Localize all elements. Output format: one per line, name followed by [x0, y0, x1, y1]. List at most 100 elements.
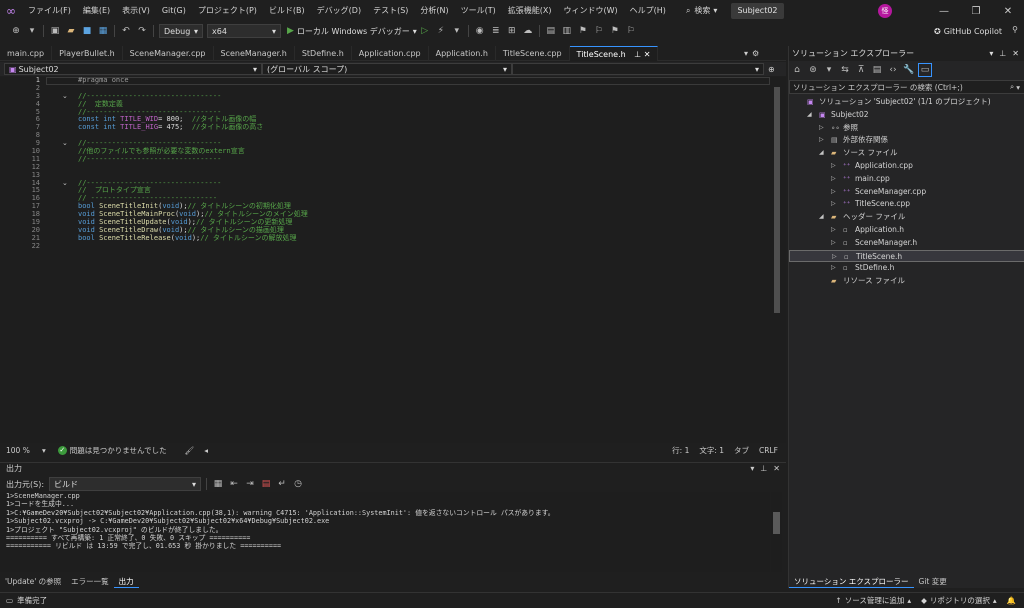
pin-icon[interactable]: ⊥ [760, 464, 767, 473]
diagnostics-icon[interactable]: ◉ [473, 24, 487, 38]
expanded-arrow-icon[interactable]: ◢ [819, 147, 824, 160]
pin-icon[interactable]: ⊥ [632, 50, 641, 59]
chevron-down-icon[interactable]: ▾ [744, 49, 748, 58]
platform-select[interactable]: x64 ▾ [207, 24, 281, 38]
restore-icon[interactable]: ❐ [960, 0, 992, 22]
collapsed-arrow-icon[interactable]: ▷ [831, 186, 836, 199]
tree-item[interactable]: ◢ ▰ ヘッダー ファイル [789, 211, 1024, 224]
avatar[interactable]: 怪 [878, 4, 892, 18]
back-icon[interactable]: ⊕ [9, 24, 23, 38]
add-source-control-button[interactable]: ソース管理に追加 [845, 595, 905, 606]
editor-tab[interactable]: Application.cpp [352, 45, 429, 61]
code-editor[interactable]: 1 2 3 4 5 6 7 8 9 10 11 12 13 14 15 16 17 18 19 20 21 22 ⌄ ⌄ ⌄ … [0, 76, 786, 443]
add-icon[interactable]: ⊕ [768, 65, 775, 74]
tree-item[interactable]: ▷ ∘∘ 参照 [789, 122, 1024, 135]
solution-explorer-tab[interactable]: ソリューション エクスプローラー [789, 575, 914, 588]
bookmark-prev-icon[interactable]: ⚐ [592, 24, 606, 38]
tree-item[interactable]: ▷ ▫ Application.h [789, 224, 1024, 237]
undo-icon[interactable]: ↶ [119, 24, 133, 38]
open-folder-icon[interactable]: ▰ [64, 24, 78, 38]
collapsed-arrow-icon[interactable]: ▷ [831, 262, 836, 275]
close-icon[interactable]: ✕ [1012, 49, 1019, 58]
prev-message-icon[interactable]: ⇤ [227, 477, 241, 491]
fold-toggle-icon[interactable]: ⌄ [62, 179, 68, 187]
performance-icon[interactable]: ≣ [489, 24, 503, 38]
next-message-icon[interactable]: ⇥ [243, 477, 257, 491]
find-message-icon[interactable]: ▦ [211, 477, 225, 491]
tree-item[interactable]: ◢ ▰ ソース ファイル [789, 147, 1024, 160]
bookmark-clear-icon[interactable]: ⚐ [624, 24, 638, 38]
fold-toggle-icon[interactable]: ⌄ [62, 139, 68, 147]
editor-tab[interactable]: TitleScene.cpp [496, 45, 570, 61]
menu-item[interactable]: 拡張機能(X) [502, 0, 558, 22]
member-select[interactable]: ▾ [512, 63, 764, 75]
scope-select[interactable]: (グローバル スコープ) ▾ [262, 63, 512, 75]
chevron-down-icon[interactable]: ▾ [25, 24, 39, 38]
solution-explorer-tab[interactable]: Git 変更 [914, 575, 952, 588]
show-all-files-icon[interactable]: ▤ [870, 63, 884, 77]
output-text[interactable]: 1>SceneManager.cpp 1>コードを生成中... 1>C:¥GameD… [0, 492, 770, 572]
new-item-icon[interactable]: ▣ [48, 24, 62, 38]
sync-icon[interactable]: ⇆ [838, 63, 852, 77]
expanded-arrow-icon[interactable]: ◢ [819, 211, 824, 224]
gear-icon[interactable]: ⚙ [752, 49, 759, 58]
word-wrap-icon[interactable]: ↵ [275, 477, 289, 491]
chevron-down-icon[interactable]: ▾ [42, 446, 46, 455]
close-icon[interactable]: ✕ [992, 0, 1024, 22]
hot-reload-icon[interactable]: ⚡ [434, 24, 448, 38]
tree-item[interactable]: ▷ ⁺⁺ TitleScene.cpp [789, 198, 1024, 211]
code-view-icon[interactable]: ‹› [886, 63, 900, 77]
menu-item[interactable]: 分析(N) [414, 0, 454, 22]
home-icon[interactable]: ⌂ [790, 63, 804, 77]
tree-item[interactable]: ▷ ▫ SceneManager.h [789, 237, 1024, 250]
switch-views-icon[interactable]: ⊛ [806, 63, 820, 77]
bookmark-next-icon[interactable]: ⚑ [608, 24, 622, 38]
collapsed-arrow-icon[interactable]: ▷ [831, 173, 836, 186]
collapse-all-icon[interactable]: ⊼ [854, 63, 868, 77]
close-icon[interactable]: ✕ [773, 464, 780, 473]
editor-tab[interactable]: StDefine.h [295, 45, 352, 61]
code-lines[interactable]: #pragma once //--------------------------… [78, 76, 768, 251]
editor-tab[interactable]: SceneManager.h [214, 45, 295, 61]
bottom-tab[interactable]: 'Update' の参照 [0, 575, 66, 588]
cloud-icon[interactable]: ☁ [521, 24, 535, 38]
configuration-select[interactable]: Debug ▾ [159, 24, 203, 38]
uncomment-icon[interactable]: ▥ [560, 24, 574, 38]
chevron-down-icon[interactable]: ▾ [989, 49, 993, 58]
collapsed-arrow-icon[interactable]: ▷ [819, 122, 824, 135]
visual-studio-logo-icon[interactable]: ∞ [0, 0, 22, 22]
editor-tab[interactable]: main.cpp [0, 45, 53, 61]
menu-item[interactable]: ファイル(F) [22, 0, 77, 22]
collapsed-arrow-icon[interactable]: ▷ [831, 160, 836, 173]
clear-all-icon[interactable]: ▤ [259, 477, 273, 491]
collapsed-arrow-icon[interactable]: ▷ [831, 198, 836, 211]
preview-icon[interactable]: ▭ [918, 63, 932, 77]
chevron-down-icon[interactable]: ▾ [450, 24, 464, 38]
chevron-down-icon[interactable]: ▾ [750, 464, 754, 473]
editor-tab[interactable]: SceneManager.cpp [123, 45, 214, 61]
redo-icon[interactable]: ↷ [135, 24, 149, 38]
project-select[interactable]: ▣ Subject02 ▾ [4, 63, 262, 75]
tree-item[interactable]: ▷ ▫ TitleScene.h [789, 249, 1024, 263]
editor-tab[interactable]: TitleScene.h ⊥ ✕ [569, 45, 659, 61]
collapsed-arrow-icon[interactable]: ▷ [831, 224, 836, 237]
scrollbar-thumb[interactable] [774, 87, 780, 313]
start-without-debug-icon[interactable]: ▷ [418, 24, 432, 38]
char-indicator[interactable]: 文字: 1 [699, 445, 724, 456]
expanded-arrow-icon[interactable]: ◢ [807, 109, 812, 122]
feedback-icon[interactable]: ⚲ [1012, 25, 1018, 34]
menu-item[interactable]: 編集(E) [77, 0, 116, 22]
editor-scrollbar[interactable] [772, 77, 782, 443]
line-indicator[interactable]: 行: 1 [672, 445, 689, 456]
menu-item[interactable]: ヘルプ(H) [624, 0, 672, 22]
fold-toggle-icon[interactable]: ⌄ [62, 92, 68, 100]
bookmark-icon[interactable]: ⚑ [576, 24, 590, 38]
output-scrollbar[interactable] [771, 492, 782, 572]
save-all-icon[interactable]: ▦ [96, 24, 110, 38]
pin-icon[interactable]: ⊥ [999, 49, 1006, 58]
tree-item[interactable]: ▰ リソース ファイル [789, 275, 1024, 288]
menu-item[interactable]: ツール(T) [455, 0, 502, 22]
editor-tab[interactable]: PlayerBullet.h [52, 45, 123, 61]
output-source-select[interactable]: ビルド ▾ [49, 477, 202, 491]
chevron-left-icon[interactable]: ◂ [204, 446, 208, 455]
